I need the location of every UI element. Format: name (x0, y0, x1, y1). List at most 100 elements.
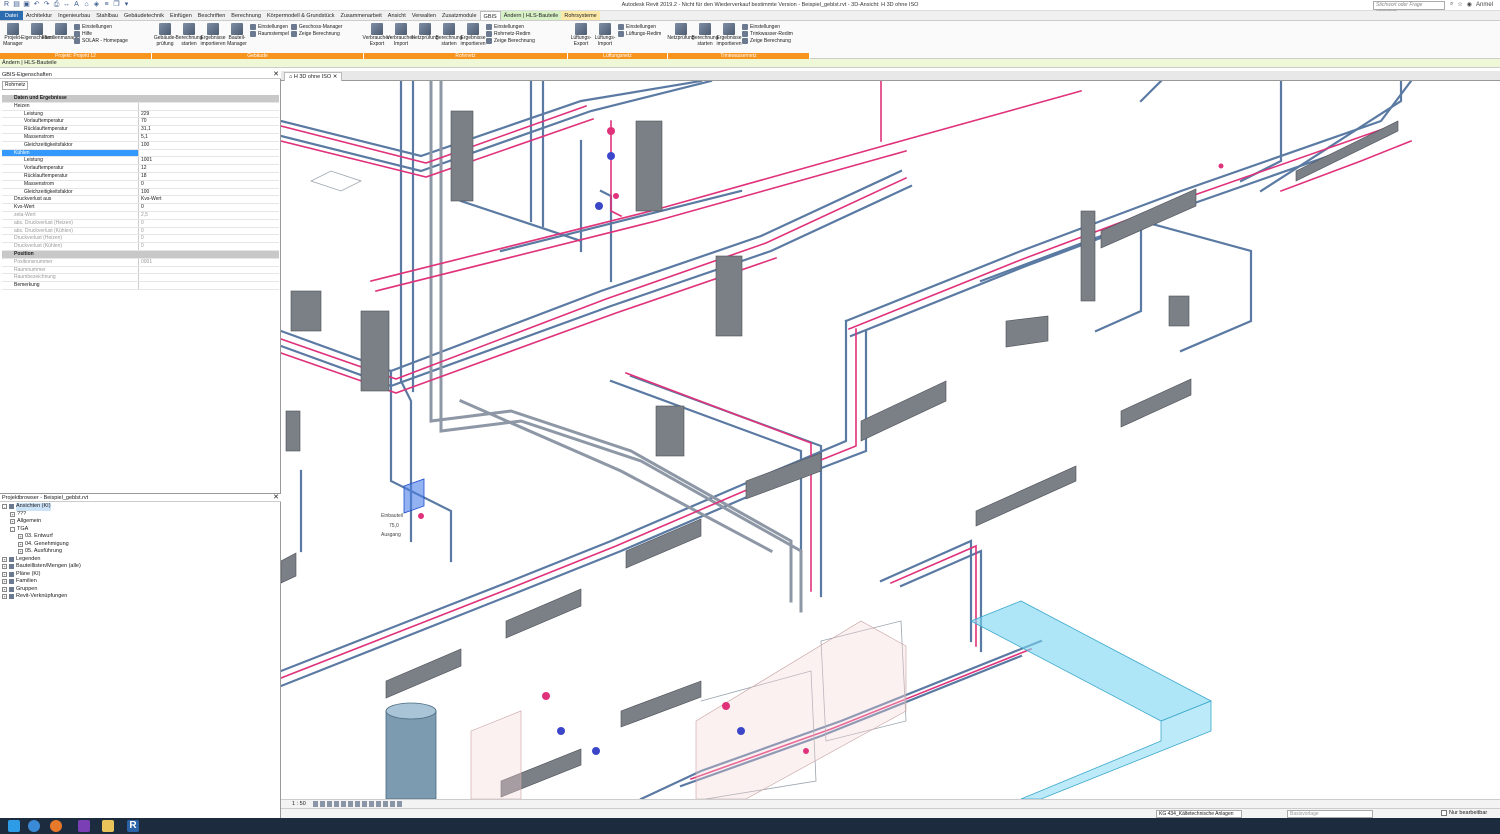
expand-icon[interactable]: + (18, 534, 23, 540)
property-value[interactable]: 100 (139, 189, 279, 196)
property-row[interactable]: Raumnummer (2, 266, 279, 275)
ribbon-small-button[interactable]: Rohrnetz-Redim (486, 31, 535, 37)
radiator[interactable] (715, 255, 743, 337)
radiator[interactable] (635, 120, 663, 212)
ribbon-button[interactable]: Berechnung starten (692, 22, 718, 52)
property-value[interactable]: 0 (139, 204, 279, 211)
property-row[interactable]: Bemerkung (2, 282, 279, 290)
tree-item[interactable]: +04. Genehmigung (0, 541, 281, 549)
property-value[interactable]: 0001 (139, 259, 279, 266)
crop-view-icon[interactable] (348, 801, 353, 807)
visual-studio-icon[interactable] (78, 820, 90, 832)
property-row[interactable]: Heizen (2, 102, 279, 111)
tree-item[interactable]: + Legenden (0, 556, 281, 564)
property-value[interactable]: 1001 (139, 157, 279, 164)
ribbon-button[interactable]: Lüftungs-Import (594, 22, 616, 52)
radiator[interactable] (385, 648, 462, 699)
tab-datei[interactable]: Datei (0, 11, 23, 20)
expand-icon[interactable]: + (2, 556, 7, 562)
ribbon-small-button[interactable]: Einstellungen (74, 24, 128, 30)
property-row[interactable]: abs. Druckverlust (Kühlen) 0 (2, 227, 279, 236)
property-row[interactable]: Rücklauftemperatur 18 (2, 172, 279, 181)
radiator[interactable] (745, 452, 822, 500)
tab-architektur[interactable]: Architektur (23, 11, 55, 20)
ribbon-button[interactable]: Ergebnisse importieren (201, 22, 226, 52)
radiator[interactable] (450, 110, 474, 202)
property-row[interactable]: Rücklauftemperatur 31,1 (2, 126, 279, 134)
property-value[interactable] (139, 103, 279, 110)
tab-beschriften[interactable]: Beschriften (195, 11, 229, 20)
render-icon[interactable] (341, 801, 346, 807)
sun-path-icon[interactable] (327, 801, 332, 807)
tab-stahlbau[interactable]: Stahlbau (93, 11, 121, 20)
property-value[interactable]: 12 (139, 165, 279, 172)
radiator[interactable] (620, 680, 702, 728)
tree-item[interactable]: - TGA (0, 526, 281, 534)
lock-view-icon[interactable] (362, 801, 367, 807)
property-row[interactable]: abs. Druckverlust (Heizen) 0 (2, 219, 279, 228)
property-row[interactable]: Kühlen (2, 149, 279, 158)
show-crop-icon[interactable] (355, 801, 360, 807)
radiator[interactable] (360, 310, 390, 392)
property-row[interactable]: Gleichzeitigkeitsfaktor 100 (2, 141, 279, 150)
print-icon[interactable]: ⎙ (53, 1, 60, 9)
collapse-icon[interactable]: - (10, 526, 15, 532)
property-row[interactable]: Druckverlust (Kühlen) 0 (2, 243, 279, 251)
tab-zusammenarbeit[interactable]: Zusammenarbeit (338, 11, 385, 20)
expand-icon[interactable]: + (2, 579, 7, 585)
property-value[interactable]: 70 (139, 118, 279, 125)
tab-rohrsysteme[interactable]: Rohrsysteme (561, 11, 600, 20)
detail-level-icon[interactable] (313, 801, 318, 807)
property-row[interactable]: zeta-Wert 2,5 (2, 211, 279, 220)
ribbon-button[interactable]: Familienmanager (42, 22, 80, 52)
tree-item[interactable]: + Allgemein (0, 518, 281, 526)
property-row[interactable]: Leistung 229 (2, 110, 279, 119)
ribbon-small-button[interactable]: Lüftungs-Redim (618, 31, 661, 37)
reveal-hidden-icon[interactable] (376, 801, 381, 807)
property-value[interactable] (139, 150, 279, 157)
hide-isolate-icon[interactable] (369, 801, 374, 807)
tab-gbis[interactable]: GBIS (479, 11, 501, 20)
customize-qat-icon[interactable]: ▾ (123, 1, 130, 9)
radiator[interactable] (1168, 295, 1190, 327)
3d-view-canvas[interactable]: Einbauteil 75,0 Ausgang (281, 81, 1500, 799)
ribbon-small-button[interactable]: Zeige Berechnung (290, 31, 343, 37)
tree-item[interactable]: + Gruppen (0, 586, 281, 594)
property-value[interactable]: 18 (139, 173, 279, 180)
expand-icon[interactable]: + (18, 541, 23, 547)
tab-einfügen[interactable]: Einfügen (167, 11, 195, 20)
ribbon-button[interactable]: Verbraucher-Export (363, 22, 391, 52)
visual-style-icon[interactable] (320, 801, 325, 807)
property-value[interactable] (139, 282, 279, 289)
ribbon-small-button[interactable]: Geschoss-Manager (290, 24, 343, 30)
highlight-displacement-icon[interactable] (397, 801, 402, 807)
close-icon[interactable]: ✕ (333, 74, 338, 80)
expand-icon[interactable]: + (2, 594, 7, 600)
tree-item[interactable]: +??? (0, 511, 281, 519)
radiator[interactable] (975, 465, 1077, 527)
property-row[interactable]: Positionsnummer 0001 (2, 258, 279, 267)
search-input[interactable]: Stichwort oder Frage eingeben (1373, 1, 1445, 15)
text-icon[interactable]: A (73, 1, 80, 9)
tab-zusatzmodule[interactable]: Zusatzmodule (439, 11, 480, 20)
property-row[interactable]: Vorlauftemperatur 70 (2, 118, 279, 127)
edit-only-toggle[interactable]: Nur bearbeitbar (1441, 810, 1487, 816)
property-row[interactable]: Massenstrom 0 (2, 180, 279, 189)
binoculars-icon[interactable]: ⌕ (1450, 1, 1453, 8)
tab-ändern-hls-bauteile[interactable]: Ändern | HLS-Bauteile (500, 11, 562, 20)
ribbon-small-button[interactable]: Einstellungen (742, 24, 793, 30)
close-icon[interactable]: ✕ (273, 71, 279, 79)
3d-view-icon[interactable]: ⌂ (83, 1, 90, 9)
radiator[interactable] (1100, 188, 1197, 249)
ribbon-small-button[interactable]: Zeige Berechnung (486, 38, 535, 44)
user-icon[interactable]: ◉ (1467, 1, 1472, 8)
windows-start-icon[interactable] (8, 820, 20, 832)
switch-windows-icon[interactable]: ❐ (113, 1, 120, 9)
revit-logo-icon[interactable]: R (3, 1, 10, 9)
radiator[interactable] (1080, 210, 1096, 302)
save-icon[interactable]: ▣ (23, 1, 30, 9)
revit-app-icon[interactable]: R (127, 820, 139, 832)
property-row[interactable]: Gleichzeitigkeitsfaktor 100 (2, 188, 279, 197)
ribbon-small-button[interactable]: Raumstempel (250, 31, 289, 37)
ribbon-button[interactable]: Lüftungs-Export (570, 22, 592, 52)
